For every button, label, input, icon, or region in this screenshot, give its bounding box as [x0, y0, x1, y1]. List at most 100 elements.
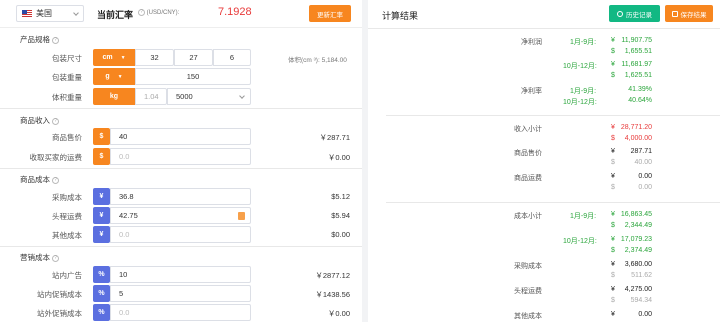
result-other-cost-cny: 0.00	[638, 311, 652, 318]
rate-unit: ? (USD/CNY):	[136, 9, 179, 16]
purchase-cost-input[interactable]: 36.8	[110, 188, 251, 205]
weight-input[interactable]: 150	[135, 68, 251, 85]
result-first-leg-label: 头程运费	[514, 288, 542, 295]
result-shipping-label: 商品运费	[514, 175, 542, 182]
chevron-down-icon	[239, 93, 245, 99]
ads-input[interactable]: 10	[110, 266, 251, 283]
period-2-label: 10月-12月:	[563, 238, 597, 245]
dollar-prefix: $	[93, 148, 110, 165]
section-divider	[0, 168, 362, 169]
marketing-section-title: 营销成本?	[20, 252, 59, 263]
other-cost-result: $0.00	[331, 230, 350, 239]
dollar-sign: $	[611, 159, 615, 166]
result-price-cny: 287.71	[630, 148, 652, 155]
divisor-select[interactable]: 5000	[167, 88, 251, 105]
dollar-sign: $	[611, 48, 615, 55]
info-icon: ?	[52, 117, 59, 125]
update-rate-button[interactable]: 更新汇率	[309, 5, 351, 22]
offsite-promo-label: 站外促销成本	[37, 309, 82, 318]
percent-prefix: %	[93, 285, 110, 302]
info-icon: ?	[138, 9, 145, 16]
price-input[interactable]: 40	[110, 128, 251, 145]
other-cost-input[interactable]: 0.0	[110, 226, 251, 243]
buyer-shipping-result: ￥0.00	[327, 153, 350, 162]
calculator-panel: 美国 当前汇率 ? (USD/CNY): 7.1928 更新汇率 产品规格? 包…	[0, 0, 362, 322]
period-2-label: 10月-12月:	[563, 63, 597, 70]
income-total-label: 收入小计	[514, 126, 542, 133]
result-purchase-cny: 3,680.00	[624, 261, 652, 268]
section-divider	[386, 202, 720, 203]
yen-prefix: ¥	[93, 207, 110, 224]
yen-sign: ¥	[611, 148, 615, 155]
buyer-shipping-input[interactable]: 0.0	[110, 148, 251, 165]
size-unit-select[interactable]: cm ▼	[93, 49, 135, 66]
volume-weight-unit[interactable]: kg	[93, 88, 135, 105]
net-profit-p2-cny: 11,681.97	[621, 61, 652, 68]
result-purchase-usd: 511.62	[631, 272, 652, 279]
yen-sign: ¥	[611, 286, 615, 293]
percent-prefix: %	[93, 304, 110, 321]
dollar-sign: $	[611, 135, 615, 142]
section-divider	[0, 108, 362, 109]
ads-label: 站内广告	[52, 271, 82, 280]
cost-total-label: 成本小计	[514, 213, 542, 220]
yen-sign: ¥	[611, 124, 615, 131]
promo-result: ￥1438.56	[315, 290, 350, 299]
width-input[interactable]: 27	[174, 49, 213, 66]
country-label: 美国	[36, 9, 52, 18]
purchase-cost-label: 采购成本	[52, 193, 82, 202]
spec-section-title: 产品规格?	[20, 34, 59, 45]
result-price-label: 商品售价	[514, 150, 542, 157]
first-leg-input[interactable]: 42.75	[110, 207, 251, 224]
price-label: 商品售价	[52, 133, 82, 142]
result-price-usd: 40.00	[634, 159, 652, 166]
history-button[interactable]: 历史记录	[609, 5, 660, 22]
result-first-leg-cny: 4,275.00	[624, 286, 652, 293]
purchase-cost-result: $5.12	[331, 192, 350, 201]
period-1-label: 1月-9月:	[570, 39, 597, 46]
volume-weight-label: 体积重量	[52, 93, 82, 102]
weight-unit-select[interactable]: g ▼	[93, 68, 135, 85]
offsite-promo-input[interactable]: 0.0	[110, 304, 251, 321]
volume-text: 体积(cm ³): 5,184.00	[288, 57, 347, 64]
offsite-promo-result: ￥0.00	[327, 309, 350, 318]
section-divider	[386, 115, 720, 116]
dollar-sign: $	[611, 272, 615, 279]
dollar-prefix: $	[93, 128, 110, 145]
exchange-rate-bar: 美国 当前汇率 ? (USD/CNY): 7.1928 更新汇率	[0, 0, 362, 28]
yen-sign: ¥	[611, 173, 615, 180]
country-select[interactable]: 美国	[16, 5, 84, 22]
yen-sign: ¥	[611, 236, 615, 243]
info-icon: ?	[52, 36, 59, 44]
dollar-sign: $	[611, 72, 615, 79]
promo-input[interactable]: 5	[110, 285, 251, 302]
calculator-icon[interactable]	[238, 212, 245, 220]
result-panel: 计算结果 历史记录 保存结果 净利润 1月-9月: ¥ 11,907.75 $ …	[368, 0, 720, 322]
income-total-cny: 28,771.20	[620, 124, 652, 131]
info-icon: ?	[52, 254, 59, 262]
first-leg-result: $5.94	[331, 211, 350, 220]
net-margin-label: 净利率	[521, 88, 542, 95]
cost-p1-cny: 16,863.45	[620, 211, 652, 218]
info-icon: ?	[52, 176, 59, 184]
dollar-sign: $	[611, 247, 615, 254]
size-label: 包装尺寸	[52, 54, 82, 63]
margin-p2: 40.64%	[628, 97, 652, 104]
result-purchase-label: 采购成本	[514, 263, 542, 270]
net-profit-p1-usd: 1,655.51	[624, 48, 652, 55]
yen-sign: ¥	[611, 211, 615, 218]
percent-prefix: %	[93, 266, 110, 283]
section-divider	[0, 246, 362, 247]
height-input[interactable]: 6	[213, 49, 251, 66]
rate-title: 当前汇率	[97, 10, 134, 20]
volume-weight-value: 1.04	[135, 88, 167, 105]
yen-sign: ¥	[611, 61, 615, 68]
save-result-button[interactable]: 保存结果	[665, 5, 713, 22]
margin-p1: 41.39%	[628, 86, 652, 93]
length-input[interactable]: 32	[135, 49, 174, 66]
dollar-sign: $	[611, 297, 615, 304]
yen-prefix: ¥	[93, 188, 110, 205]
period-1-label: 1月-9月:	[570, 213, 597, 220]
yen-sign: ¥	[611, 37, 615, 44]
other-cost-label: 其他成本	[52, 231, 82, 240]
